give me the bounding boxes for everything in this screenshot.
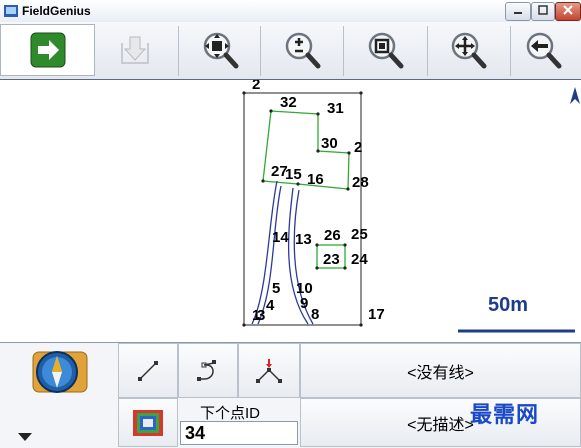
insert-vertex-icon — [256, 358, 282, 383]
toolbar-separator — [178, 26, 179, 76]
download-button[interactable] — [95, 24, 175, 76]
point-label: 15 — [285, 166, 302, 183]
point-label: 8 — [311, 306, 319, 323]
point-label: 4 — [266, 297, 275, 314]
point-label: 23 — [323, 251, 340, 268]
zoom-extents-button[interactable] — [180, 24, 260, 76]
back-button[interactable] — [503, 24, 581, 76]
window-title: FieldGenius — [22, 4, 91, 18]
curve-icon — [197, 359, 216, 381]
curve-tool-button[interactable] — [178, 343, 238, 398]
point-label: 32 — [280, 94, 297, 111]
pan-button[interactable] — [428, 24, 508, 76]
download-icon — [121, 36, 149, 64]
point-label: 26 — [324, 227, 341, 244]
description-status-text: <无描述> — [407, 416, 474, 434]
next-arrow-button[interactable] — [0, 24, 95, 76]
zoom-in-out-button[interactable] — [262, 24, 342, 76]
point-label: 2 — [252, 80, 260, 93]
zoom-plus-minus-icon — [285, 32, 321, 69]
point-label: 1 — [252, 307, 260, 324]
point-label: 14 — [272, 229, 289, 246]
zoom-window-button[interactable] — [345, 24, 425, 76]
point-label: 2 — [354, 139, 362, 156]
line-tool-button[interactable] — [118, 343, 178, 398]
layer-button[interactable] — [118, 398, 178, 447]
point-label: 16 — [307, 171, 324, 188]
point-label: 9 — [300, 295, 308, 312]
point-label: 30 — [321, 135, 338, 152]
map-canvas[interactable]: 2 32 31 30 2 27 15 16 28 14 13 26 25 23 … — [0, 80, 581, 342]
maximize-button[interactable] — [531, 2, 555, 21]
point-label: 13 — [295, 231, 312, 248]
point-label: 17 — [368, 306, 385, 323]
point-label: 5 — [272, 280, 280, 297]
minimize-button[interactable] — [505, 2, 531, 21]
line-icon — [138, 360, 158, 381]
line-status-field[interactable]: <没有线> — [300, 343, 581, 398]
close-button[interactable] — [555, 2, 581, 21]
compass-logo-icon — [32, 351, 88, 393]
toolbar — [0, 22, 581, 81]
toolbar-separator — [343, 26, 344, 76]
pan-icon — [451, 32, 487, 69]
next-point-label: 下个点ID — [200, 405, 261, 422]
main-menu-button[interactable] — [0, 343, 118, 401]
insert-point-button[interactable] — [238, 343, 300, 398]
line-status-text: <没有线> — [407, 364, 474, 382]
zoom-back-icon — [526, 32, 562, 69]
scale-label: 50m — [488, 294, 529, 316]
layers-icon — [133, 409, 163, 436]
chevron-down-icon[interactable] — [17, 432, 33, 442]
watermark-text: 最需网 — [470, 402, 540, 427]
arrow-right-icon — [30, 32, 65, 68]
next-point-id-input[interactable]: 34 — [180, 421, 298, 445]
point-label: 28 — [352, 174, 369, 191]
point-label: 31 — [327, 100, 344, 117]
north-arrow-icon — [570, 87, 580, 104]
zoom-extents-icon — [203, 32, 239, 69]
toolbar-separator — [260, 26, 261, 76]
point-label: 24 — [351, 251, 368, 268]
point-label: 25 — [351, 226, 368, 243]
title-bar: FieldGenius — [0, 0, 581, 23]
zoom-window-icon — [368, 32, 404, 69]
app-icon — [4, 5, 18, 17]
